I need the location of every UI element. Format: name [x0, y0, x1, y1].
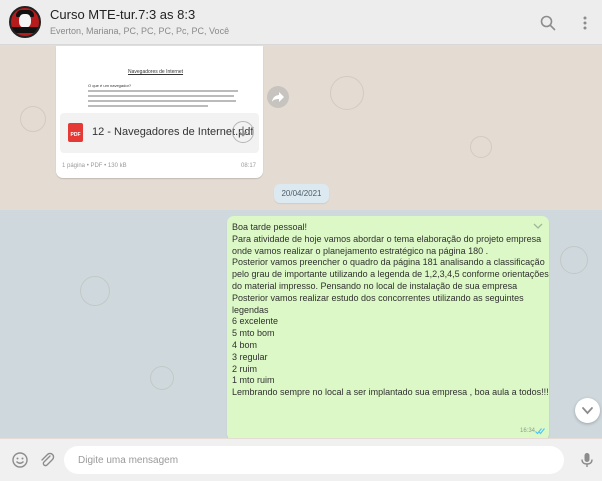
- message-time: 16:34: [519, 428, 535, 434]
- message-text: Boa tarde pessoal! Para atividade de hoje…: [232, 222, 549, 399]
- message-list[interactable]: Navegadores de Internet O que é um naveg…: [0, 46, 602, 438]
- preview-text-lines: [88, 90, 238, 110]
- date-separator: 20/04/2021: [274, 184, 329, 203]
- message-line: 6 excelente: [232, 316, 279, 327]
- message-input[interactable]: [64, 446, 564, 474]
- download-icon[interactable]: [232, 121, 254, 143]
- document-file-row[interactable]: PDF 12 - Navegadores de Internet.pdf: [60, 113, 259, 153]
- document-message[interactable]: Navegadores de Internet O que é um naveg…: [56, 46, 263, 178]
- more-vertical-icon[interactable]: [576, 14, 594, 32]
- chat-header: Curso MTE-tur.7:3 as 8:3 Everton, Marian…: [0, 0, 602, 45]
- double-check-icon: [535, 428, 545, 435]
- message-line: pelo grau de importante utilizando a leg…: [232, 269, 549, 280]
- wallpaper-doodle: [20, 106, 46, 132]
- chat-participants[interactable]: Everton, Mariana, PC, PC, PC, Pc, PC, Vo…: [50, 26, 229, 36]
- wallpaper-doodle: [80, 276, 110, 306]
- outgoing-message[interactable]: Boa tarde pessoal! Para atividade de hoje…: [227, 216, 549, 438]
- message-line: 2 ruim: [232, 363, 258, 374]
- microphone-icon[interactable]: [578, 451, 596, 469]
- paperclip-icon[interactable]: [38, 451, 56, 469]
- message-line: 4 bom: [232, 339, 258, 350]
- wallpaper-doodle: [150, 366, 174, 390]
- chevron-down-icon[interactable]: [533, 222, 543, 230]
- wallpaper-doodle: [470, 136, 492, 158]
- message-line: Lembrando sempre no local a ser implanta…: [232, 387, 549, 398]
- emoji-icon[interactable]: [11, 451, 29, 469]
- chat-title[interactable]: Curso MTE-tur.7:3 as 8:3: [50, 7, 195, 22]
- wallpaper-doodle: [560, 246, 588, 274]
- message-line: 3 regular: [232, 351, 268, 362]
- preview-heading: Navegadores de Internet: [128, 69, 184, 75]
- preview-question: O que é um navegador?: [88, 83, 132, 88]
- document-preview[interactable]: Navegadores de Internet O que é um naveg…: [60, 46, 259, 112]
- message-line: onde vamos realizar o planejamento estra…: [232, 245, 489, 256]
- message-line: 5 mto bom: [232, 328, 275, 339]
- group-avatar[interactable]: [9, 6, 41, 38]
- message-line: Boa tarde pessoal!: [232, 222, 308, 232]
- scroll-to-bottom-button[interactable]: [575, 398, 600, 423]
- message-line: 1 mto ruim: [232, 375, 275, 386]
- message-time: 08:17: [240, 163, 256, 169]
- composer-bar: [0, 439, 602, 481]
- message-line: Posterior vamos preencher o quadro da pá…: [232, 257, 545, 268]
- forward-icon[interactable]: [267, 86, 289, 108]
- message-line: legendas: [232, 304, 269, 315]
- search-icon[interactable]: [539, 14, 557, 32]
- document-meta: 1 página • PDF • 130 kB: [62, 163, 127, 169]
- message-line: do material impresso. Pensando no local …: [232, 280, 518, 291]
- pdf-icon: PDF: [68, 123, 83, 142]
- message-line: Para atividade de hoje vamos abordar o t…: [232, 233, 542, 244]
- message-line: Posterior vamos realizar estudo dos conc…: [232, 292, 524, 303]
- document-file-name[interactable]: 12 - Navegadores de Internet.pdf: [92, 126, 253, 138]
- wallpaper-doodle: [330, 76, 364, 110]
